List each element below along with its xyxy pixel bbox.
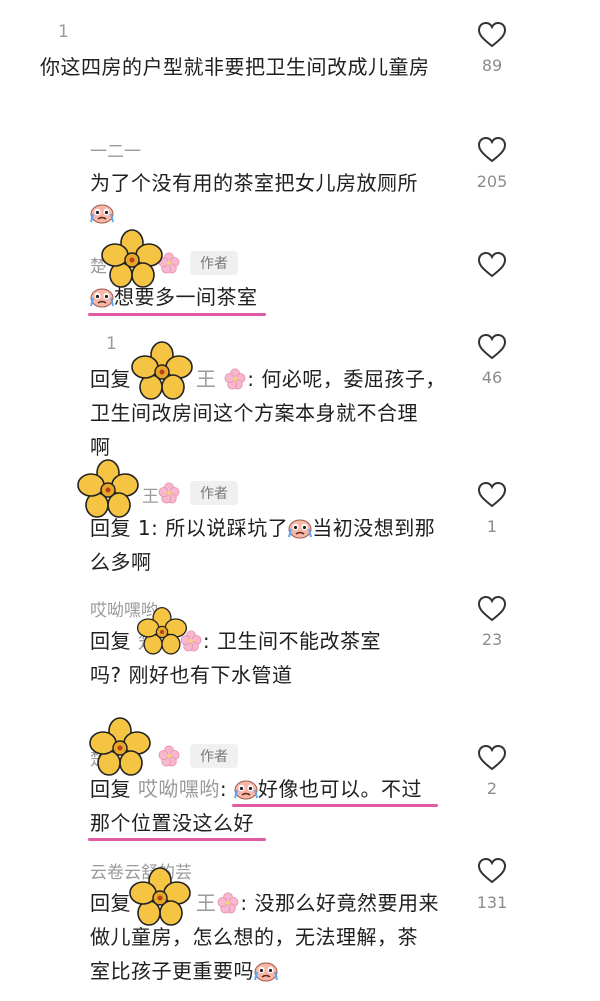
highlight-underline: [88, 313, 266, 316]
like-count: 1: [486, 517, 498, 536]
heart-outline-icon[interactable]: [478, 596, 506, 622]
comment-text: 为了个没有用的茶室把女儿房放厕所: [90, 171, 418, 195]
author-badge: 作者: [190, 481, 238, 505]
crying-emoji-icon: [234, 778, 258, 800]
flower-sticker-icon: [100, 228, 164, 292]
flower-sticker-icon: [136, 606, 188, 658]
comment-username[interactable]: 1: [106, 334, 117, 354]
comment-username[interactable]: 一二一: [90, 137, 141, 162]
reply-target[interactable]: 王: [196, 367, 217, 391]
heart-outline-icon[interactable]: [478, 137, 506, 163]
cherry-blossom-icon: [158, 482, 180, 504]
like-count: 205: [476, 172, 508, 191]
like-count: 89: [481, 56, 503, 75]
heart-outline-icon[interactable]: [478, 252, 506, 278]
cherry-blossom-icon: [223, 368, 247, 390]
author-badge: 作者: [190, 744, 238, 768]
heart-outline-icon[interactable]: [478, 858, 506, 884]
like-count: 46: [481, 368, 503, 387]
reply-target[interactable]: 哎呦嘿哟: [138, 777, 220, 801]
highlight-underline: [88, 838, 266, 841]
like-count: 2: [486, 779, 498, 798]
like-count: 131: [476, 893, 508, 912]
flower-sticker-icon: [130, 340, 194, 404]
comment-text: 你这四房的户型就非要把卫生间改成儿童房: [40, 55, 430, 79]
crying-emoji-icon: [90, 202, 114, 224]
flower-sticker-icon: [76, 458, 140, 522]
flower-sticker-icon: [88, 716, 152, 780]
reply-target[interactable]: 王: [196, 891, 217, 915]
highlight-underline: [232, 804, 438, 807]
author-badge: 作者: [190, 251, 238, 275]
heart-outline-icon[interactable]: [478, 334, 506, 360]
crying-emoji-icon: [288, 517, 312, 539]
comment-username[interactable]: 1: [58, 22, 69, 42]
cherry-blossom-icon: [216, 892, 240, 914]
heart-outline-icon[interactable]: [478, 482, 506, 508]
comment-username[interactable]: 王: [142, 482, 159, 507]
cherry-blossom-icon: [158, 745, 180, 767]
flower-sticker-icon: [128, 866, 192, 930]
like-count: 23: [481, 630, 503, 649]
heart-outline-icon[interactable]: [478, 22, 506, 48]
crying-emoji-icon: [254, 960, 278, 982]
comment-text: 回复 1: 所以说踩坑了 当初没想到那 么多啊: [90, 516, 436, 574]
heart-outline-icon[interactable]: [478, 745, 506, 771]
